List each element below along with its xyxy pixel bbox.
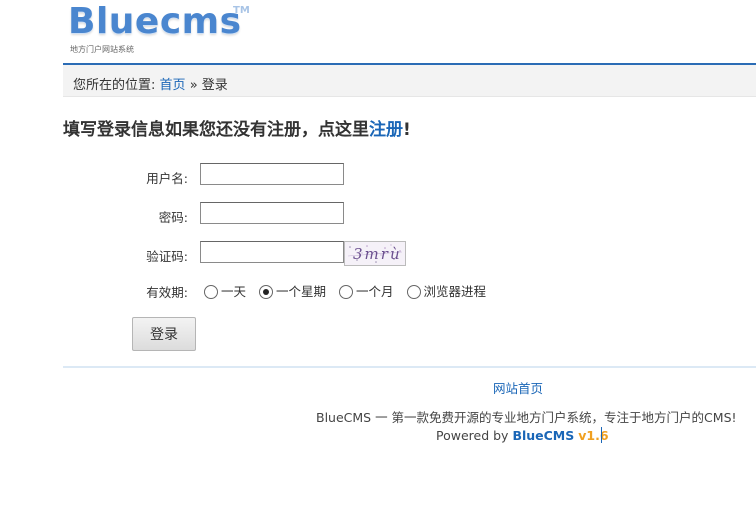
site-logo[interactable]: Bluecms TM 地方门户网站系统 [68, 1, 250, 55]
radio-circle-icon[interactable] [406, 284, 421, 299]
powered-by-label: Powered by [436, 428, 509, 443]
username-label: 用户名: [146, 171, 188, 186]
breadcrumb-home-link[interactable]: 首页 [160, 78, 186, 93]
footer-description: BlueCMS 一 第一款免费开源的专业地方门户系统，专注于地方门户的CMS! [316, 410, 737, 425]
captcha-text: 3mrù [353, 245, 402, 263]
footer-home-link[interactable]: 网站首页 [493, 378, 543, 397]
logo-trademark: TM [233, 5, 250, 16]
page-title-text: 填写登录信息如果您还没有注册，点这里 [63, 120, 369, 140]
logo-tagline: 地方门户网站系统 [70, 45, 134, 54]
validity-option-week[interactable]: 一个星期 [259, 281, 326, 300]
captcha-label: 验证码: [146, 249, 188, 264]
radio-circle-icon[interactable] [339, 284, 353, 299]
validity-option-month[interactable]: 一个月 [339, 281, 394, 300]
validity-option-day[interactable]: 一天 [204, 281, 246, 300]
breadcrumb-current: 登录 [201, 78, 228, 93]
logo-wordmark: Bluecms [68, 1, 242, 42]
validity-option-session[interactable]: 浏览器进程 [406, 281, 487, 300]
captcha-noise-icon: 3mrù [345, 242, 405, 265]
validity-option-label: 浏览器进程 [423, 284, 487, 299]
validity-option-label: 一天 [221, 284, 247, 299]
breadcrumb-separator: » [189, 78, 198, 93]
captcha-input[interactable] [200, 241, 344, 263]
login-button[interactable]: 登录 [132, 317, 196, 351]
password-label: 密码: [158, 210, 188, 225]
radio-circle-icon[interactable] [204, 284, 218, 299]
captcha-image[interactable]: 3mrù [344, 241, 406, 266]
validity-option-label: 一个月 [356, 284, 394, 299]
bluecms-brand-link[interactable]: BlueCMS [512, 428, 574, 443]
validity-label: 有效期: [146, 285, 188, 300]
text-cursor [601, 427, 602, 443]
footer-divider [63, 366, 756, 368]
page-title: 填写登录信息如果您还没有注册，点这里注册! [63, 115, 411, 140]
breadcrumb-prefix: 您所在的位置: [73, 78, 156, 93]
breadcrumb: 您所在的位置: 首页 » 登录 [73, 74, 228, 93]
validity-option-label: 一个星期 [276, 284, 327, 299]
validity-radio-group: 一天 一个星期 一个月 浏览器进程 [204, 281, 495, 300]
password-input[interactable] [200, 202, 344, 224]
powered-by: Powered by BlueCMS v1.6 [436, 428, 609, 443]
radio-selected-icon[interactable] [259, 284, 273, 299]
version-badge: v1.6 [578, 428, 609, 443]
register-link[interactable]: 注册 [369, 120, 403, 140]
page-title-suffix: ! [403, 120, 411, 140]
username-input[interactable] [200, 163, 344, 185]
breadcrumb-bar: 您所在的位置: 首页 » 登录 [63, 65, 756, 97]
